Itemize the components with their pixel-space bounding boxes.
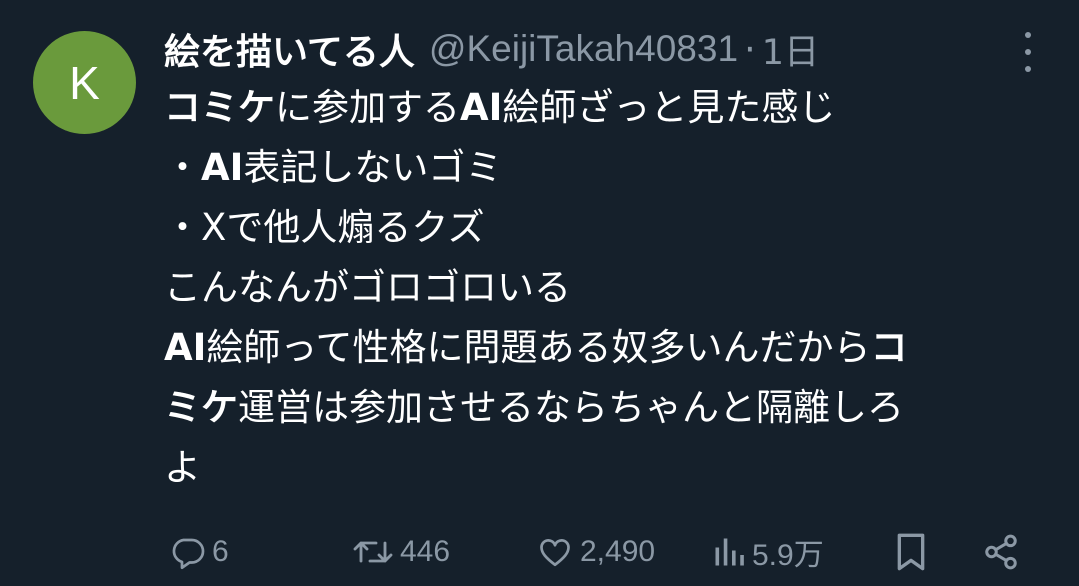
tweet-line: こんなんがゴロゴロいる bbox=[164, 258, 1054, 318]
tweet-text-segment: コミケ bbox=[164, 86, 275, 129]
tweet-text-segment: よ bbox=[164, 446, 201, 489]
share-icon bbox=[985, 534, 1017, 570]
tweet-line: AI絵師って性格に問題ある奴多いんだからコ bbox=[164, 318, 1054, 378]
reply-count: 6 bbox=[212, 535, 229, 568]
tweet-text-segment: AI bbox=[201, 146, 244, 189]
retweet-count: 446 bbox=[400, 535, 451, 568]
like-count: 2,490 bbox=[580, 535, 656, 568]
tweet-text-segment: ミケ bbox=[164, 386, 238, 429]
reply-icon bbox=[172, 538, 205, 570]
views-count: 5.9万 bbox=[752, 539, 824, 572]
tweet-text-segment: 絵師って性格に問題ある奴多いんだから bbox=[206, 326, 871, 369]
avatar[interactable]: K bbox=[33, 31, 136, 134]
user-handle[interactable]: @KeijiTakah40831 bbox=[429, 28, 738, 70]
timestamp[interactable]: 1日 bbox=[762, 24, 819, 75]
more-vertical-icon[interactable] bbox=[1017, 32, 1039, 72]
tweet-line: コミケに参加するAI絵師ざっと見た感じ bbox=[164, 78, 1054, 138]
views-chart-icon bbox=[715, 538, 744, 566]
separator-dot: · bbox=[744, 27, 756, 71]
tweet-line: よ bbox=[164, 438, 1054, 498]
tweet[interactable]: K 絵を描いてる人 @KeijiTakah40831 · 1日 コミケに参加する… bbox=[0, 0, 1079, 586]
tweet-line: ・AI表記しないゴミ bbox=[164, 138, 1054, 198]
tweet-text-segment: こんなんがゴロゴロいる bbox=[164, 266, 571, 309]
avatar-letter: K bbox=[69, 56, 100, 109]
tweet-text-segment: ・Xで他人煽るクズ bbox=[164, 206, 485, 249]
bookmark-icon bbox=[897, 533, 925, 571]
tweet-header: 絵を描いてる人 @KeijiTakah40831 · 1日 bbox=[164, 24, 1044, 74]
retweet-icon bbox=[353, 541, 393, 563]
tweet-text-segment: ・ bbox=[164, 146, 201, 189]
tweet-text: コミケに参加するAI絵師ざっと見た感じ ・AI表記しないゴミ ・Xで他人煽るクズ こん… bbox=[164, 78, 1054, 498]
tweet-text-segment: AI bbox=[164, 326, 207, 369]
display-name[interactable]: 絵を描いてる人 bbox=[164, 23, 415, 75]
heart-icon bbox=[540, 539, 570, 567]
tweet-text-segment: に参加する bbox=[275, 86, 460, 129]
retweet-button[interactable]: 446 bbox=[352, 528, 450, 576]
tweet-text-segment: 絵師ざっと見た感じ bbox=[502, 86, 836, 129]
reply-button[interactable]: 6 bbox=[170, 528, 229, 576]
tweet-text-segment: 表記しないゴミ bbox=[243, 146, 503, 189]
views-button[interactable]: 5.9万 bbox=[712, 528, 824, 576]
tweet-text-segment: コ bbox=[870, 326, 908, 369]
tweet-text-segment: 運営は参加させるならちゃんと隔離しろ bbox=[238, 386, 904, 429]
action-bar: 6 446 2,490 5.9万 bbox=[164, 528, 1044, 576]
tweet-text-segment: AI bbox=[460, 86, 503, 129]
share-button[interactable] bbox=[982, 528, 1020, 576]
tweet-line: ミケ運営は参加させるならちゃんと隔離しろ bbox=[164, 378, 1054, 438]
bookmark-button[interactable] bbox=[894, 528, 928, 576]
like-button[interactable]: 2,490 bbox=[536, 528, 655, 576]
tweet-line: ・Xで他人煽るクズ bbox=[164, 198, 1054, 258]
